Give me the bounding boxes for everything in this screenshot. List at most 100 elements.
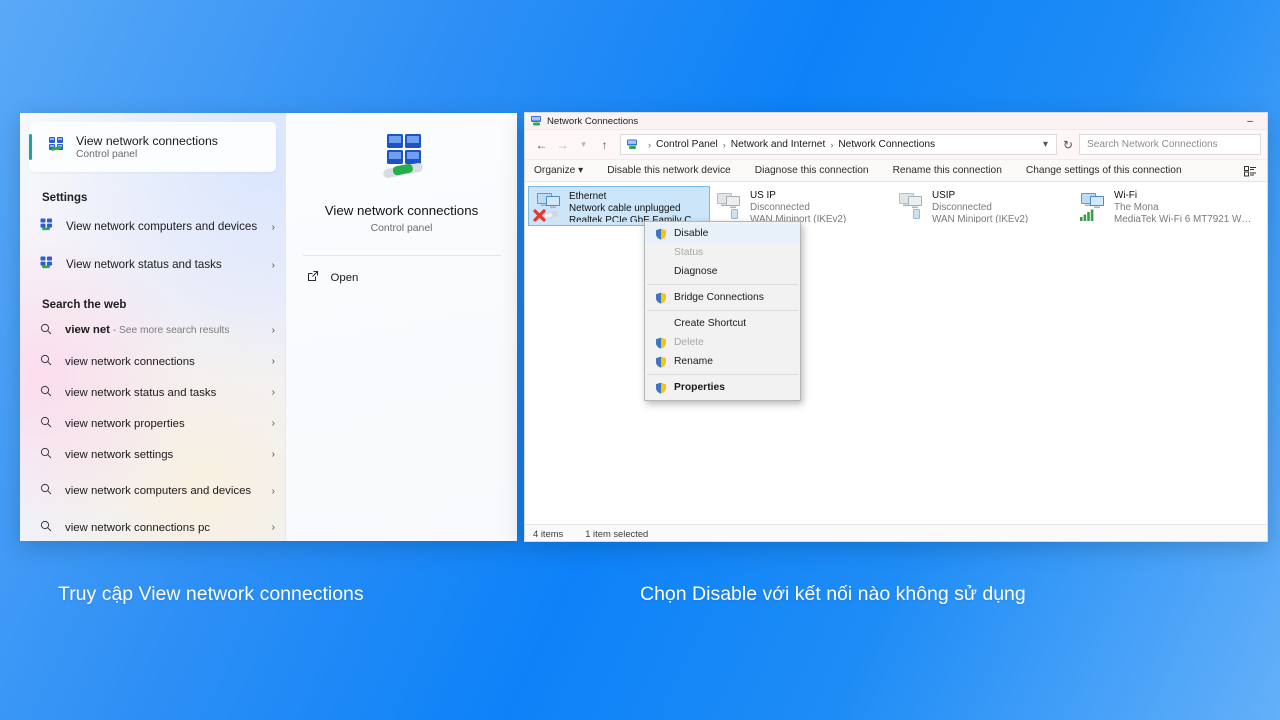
context-menu-item-diagnose[interactable]: Diagnose [645, 262, 800, 281]
web-result-1[interactable]: view network connections › [20, 346, 285, 377]
search-input[interactable]: Search Network Connections [1079, 134, 1261, 155]
context-menu-item-bridge-connections[interactable]: Bridge Connections [645, 288, 800, 307]
back-button[interactable]: ← [531, 134, 552, 155]
chevron-right-icon: › [271, 259, 275, 271]
disable-device-button[interactable]: Disable this network device [607, 165, 730, 176]
shield-icon [648, 337, 674, 349]
adapter-device: MediaTek Wi-Fi 6 MT7921 Wireles... [1114, 214, 1252, 223]
adapter-name: Wi-Fi [1114, 190, 1138, 201]
chevron-right-icon: › [271, 221, 275, 233]
adapter-item-wifi[interactable]: Wi-Fi The Mona MediaTek Wi-Fi 6 MT7921 W… [1074, 186, 1256, 226]
chevron-right-icon: › [271, 522, 275, 533]
web-result-label: view network settings [65, 448, 174, 461]
organize-button[interactable]: Organize ▾ [534, 165, 583, 176]
breadcrumb-item-2[interactable]: Network Connections [838, 139, 935, 150]
web-result-3[interactable]: view network properties › [20, 408, 285, 439]
chevron-down-icon[interactable]: ▾ [1043, 139, 1052, 150]
breadcrumb-separator: › [648, 139, 651, 150]
change-settings-button[interactable]: Change settings of this connection [1026, 165, 1182, 176]
setting-result-1[interactable]: View network status and tasks › [20, 246, 285, 284]
arrow-right-icon: → [556, 137, 569, 152]
breadcrumb[interactable]: › Control Panel › Network and Internet ›… [620, 134, 1057, 155]
address-bar: ← → ▾ ↑ › Control Panel › Network and In… [525, 130, 1267, 160]
adapter-context-menu: Disable Status Diagnose Bridge Connectio… [644, 221, 801, 401]
context-menu-item-status: Status [645, 243, 800, 262]
context-menu-item-create-shortcut[interactable]: Create Shortcut [645, 314, 800, 333]
window-titlebar: Network Connections – [525, 113, 1267, 130]
search-icon [40, 353, 52, 371]
adapter-name: US IP [750, 190, 776, 201]
shield-icon [648, 292, 674, 304]
search-icon [40, 384, 52, 402]
adapter-item-us-ip[interactable]: US IP Disconnected WAN Miniport (IKEv2) [710, 186, 892, 226]
adapter-list: Ethernet Network cable unplugged Realtek… [525, 182, 1267, 524]
top-search-result[interactable]: View network connections Control panel [29, 122, 276, 172]
breadcrumb-separator: › [830, 139, 834, 150]
settings-section-header: Settings [42, 192, 88, 204]
web-result-0[interactable]: view net - See more search results › [20, 315, 285, 346]
web-result-4[interactable]: view network settings › [20, 439, 285, 470]
network-icon [40, 256, 54, 275]
search-icon [40, 322, 52, 340]
context-menu-label: Delete [674, 337, 704, 348]
search-icon [40, 519, 52, 537]
caption-right: Chọn Disable với kết nối nào không sử dụ… [640, 583, 1026, 605]
breadcrumb-item-1[interactable]: Network and Internet [731, 139, 826, 150]
context-menu-item-disable[interactable]: Disable [645, 224, 800, 243]
refresh-button[interactable]: ↻ [1057, 134, 1079, 155]
context-menu-label: Disable [674, 228, 709, 239]
up-button[interactable]: ↑ [594, 134, 615, 155]
web-result-label: view net - See more search results [65, 324, 230, 336]
preview-title: View network connections [324, 203, 479, 218]
adapter-name: Ethernet [569, 191, 607, 202]
search-input-placeholder: Search Network Connections [1087, 139, 1218, 150]
adapter-status: Disconnected [932, 202, 992, 213]
setting-result-0[interactable]: View network computers and devices › [20, 208, 285, 246]
context-menu-item-rename[interactable]: Rename [645, 352, 800, 371]
minimize-button[interactable]: – [1233, 113, 1267, 130]
web-result-6[interactable]: view network connections pc › [20, 512, 285, 541]
network-connections-icon [531, 115, 542, 127]
diagnose-connection-button[interactable]: Diagnose this connection [755, 165, 869, 176]
context-menu-label: Create Shortcut [674, 318, 747, 329]
search-icon [40, 446, 52, 464]
adapter-status: The Mona [1114, 202, 1159, 213]
selection-count: 1 item selected [585, 527, 649, 539]
web-section-header: Search the web [42, 299, 127, 311]
shield-icon [648, 356, 674, 368]
recent-locations-button[interactable]: ▾ [573, 134, 594, 155]
context-menu-label: Status [674, 247, 704, 258]
context-menu-separator [647, 374, 798, 375]
network-icon [40, 218, 54, 237]
context-menu-item-properties[interactable]: Properties [645, 378, 800, 397]
rename-connection-button[interactable]: Rename this connection [893, 165, 1002, 176]
web-result-label: view network computers and devices [65, 485, 252, 497]
setting-result-label: View network computers and devices [66, 220, 258, 233]
open-action[interactable]: Open [303, 269, 501, 287]
item-count: 4 items [533, 527, 564, 539]
adapter-item-usip[interactable]: USIP Disconnected WAN Miniport (IKEv2) [892, 186, 1074, 226]
red-x-badge [533, 209, 546, 222]
arrow-left-icon: ← [535, 137, 548, 152]
vpn-adapter-icon [714, 189, 750, 223]
breadcrumb-item-0[interactable]: Control Panel [656, 139, 718, 150]
selection-accent-bar [29, 134, 32, 160]
preview-divider [302, 255, 501, 256]
adapter-device: WAN Miniport (IKEv2) [932, 214, 1029, 223]
chevron-right-icon: › [271, 356, 275, 367]
web-result-5[interactable]: view network computers and devices › [20, 470, 285, 512]
adapter-name: USIP [932, 190, 956, 201]
chevron-right-icon: › [271, 387, 275, 398]
view-details-icon[interactable] [1240, 162, 1260, 180]
context-menu-label: Rename [674, 356, 713, 367]
window-title: Network Connections [547, 115, 639, 127]
context-menu-separator [647, 310, 798, 311]
search-results-pane: View network connections Control panel S… [20, 113, 285, 541]
web-result-label: view network status and tasks [65, 386, 217, 399]
adapter-item-ethernet[interactable]: Ethernet Network cable unplugged Realtek… [528, 186, 710, 226]
chevron-right-icon: › [271, 449, 275, 460]
web-result-2[interactable]: view network status and tasks › [20, 377, 285, 408]
chevron-right-icon: › [271, 485, 275, 497]
forward-button[interactable]: → [552, 134, 573, 155]
vpn-adapter-icon [896, 189, 932, 223]
